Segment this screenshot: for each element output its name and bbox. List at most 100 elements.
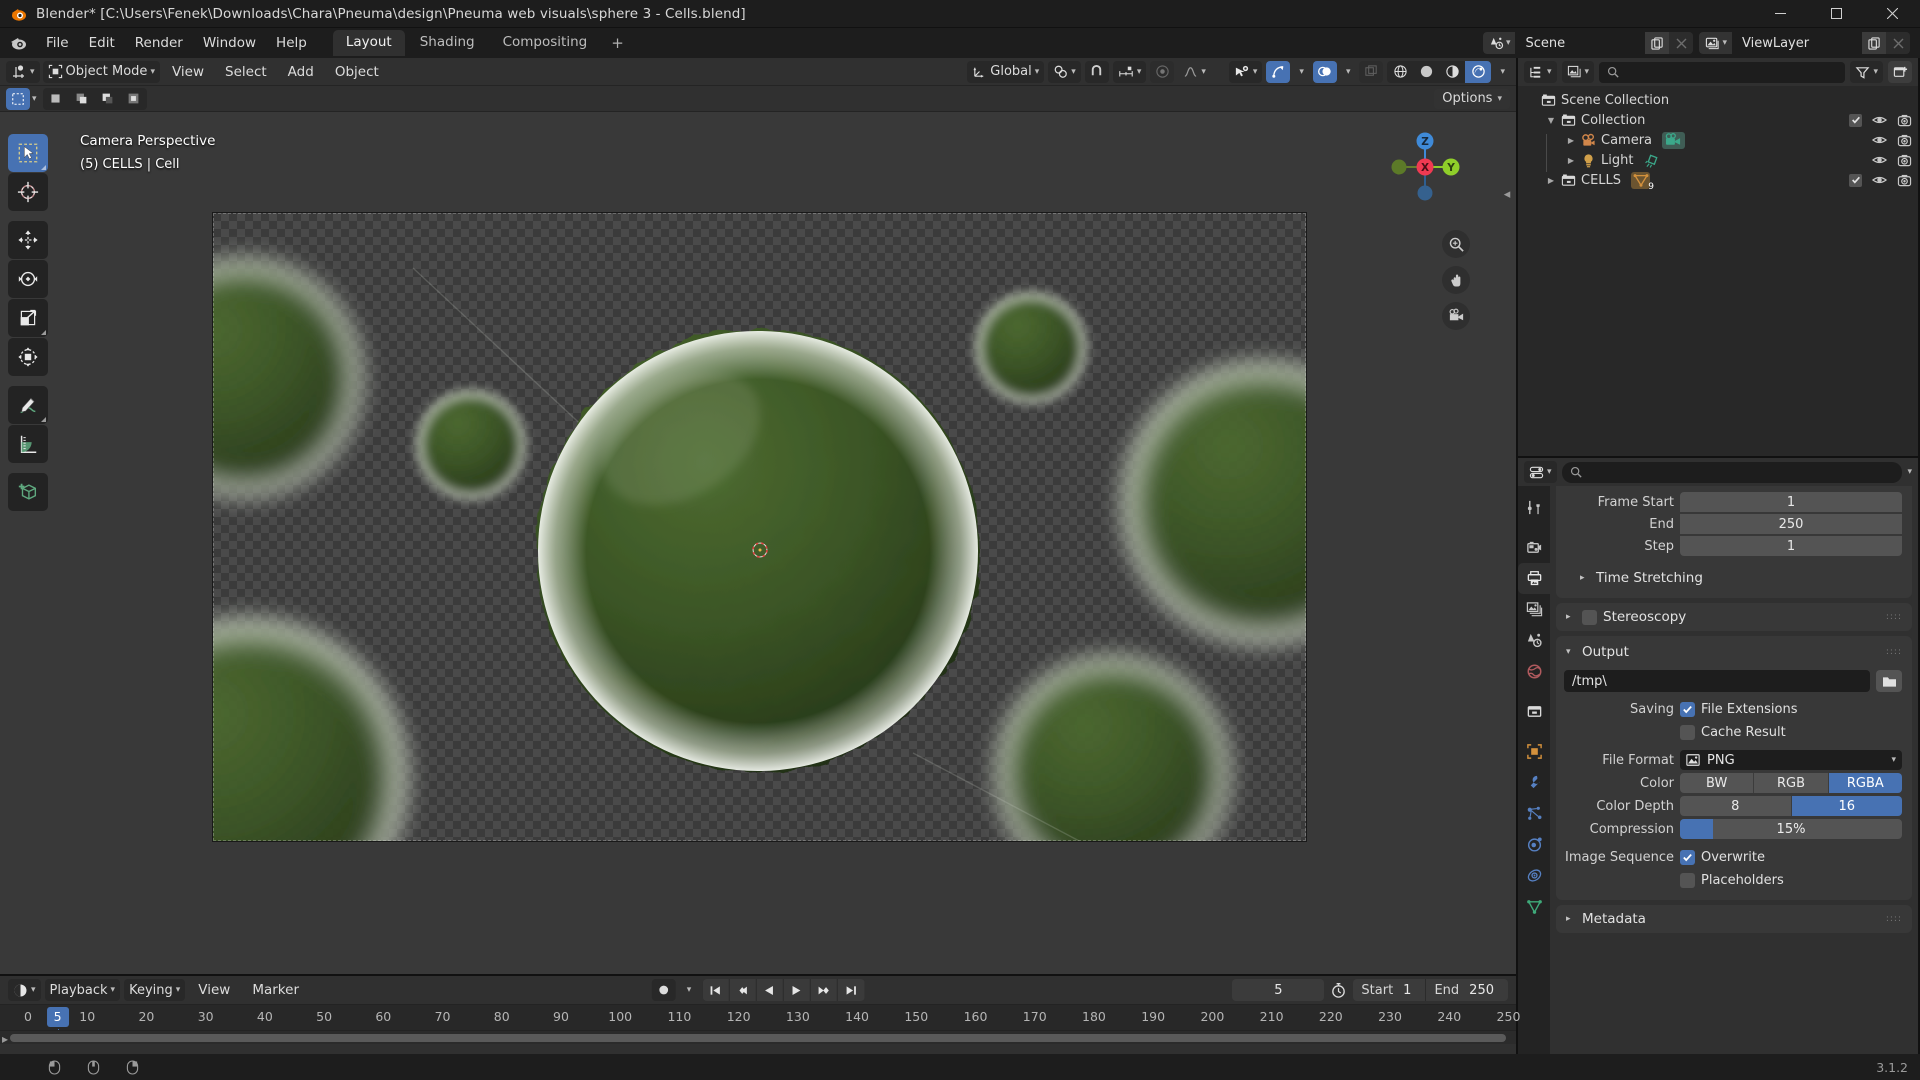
world-tab[interactable] [1518,656,1550,687]
physics-tab[interactable] [1518,829,1550,860]
add-workspace-button[interactable]: + [602,31,633,56]
stereoscopy-header[interactable]: ▸ Stereoscopy :::: [1556,605,1912,629]
outliner-filter-button[interactable]: ▾ [1850,61,1883,83]
exclude-checkbox[interactable] [1849,113,1862,127]
compression-slider[interactable]: 15% [1680,819,1902,839]
viewlayer-name[interactable]: ViewLayer [1732,32,1862,54]
play-reverse-button[interactable] [756,979,784,1001]
show-overlays-toggle[interactable] [1312,60,1337,83]
viewport-menu-add[interactable]: Add [279,62,323,82]
scene-selector[interactable]: ▾ Scene [1482,32,1694,54]
tool-tab[interactable] [1518,492,1550,523]
new-viewlayer-button[interactable] [1862,32,1886,54]
end-value[interactable]: 250 [1467,983,1508,998]
hide-in-viewport-icon[interactable] [1872,154,1887,166]
menu-render[interactable]: Render [125,31,193,55]
proportional-falloff-selector[interactable]: ▾ [1178,61,1211,83]
mesh-icon[interactable]: 9 [1631,171,1654,192]
cache-result-checkbox[interactable] [1680,724,1695,740]
blender-menu-icon[interactable] [8,32,30,54]
shading-wireframe[interactable] [1387,61,1413,83]
menu-help[interactable]: Help [266,31,317,55]
remove-viewlayer-button[interactable] [1886,32,1910,54]
viewport-menu-object[interactable]: Object [326,62,388,82]
timeline-menu-keying[interactable]: Keying ▾ [124,979,186,1001]
scene-icon[interactable]: ▾ [1482,32,1516,54]
jump-to-start-button[interactable] [702,979,730,1001]
tab-layout[interactable]: Layout [332,30,405,56]
panel-drag-grip[interactable]: :::: [1886,612,1902,621]
select-extend-mode[interactable] [69,88,95,110]
hide-in-viewport-icon[interactable] [1872,174,1887,186]
metadata-header[interactable]: ▸ Metadata :::: [1556,907,1912,931]
overwrite-checkbox[interactable] [1680,849,1695,865]
disclosure-closed-icon[interactable]: ▶ [1564,136,1578,145]
viewport-canvas[interactable]: Camera Perspective (5) CELLS | Cell Z Y … [0,112,1516,974]
outliner-editor-type-button[interactable]: ▾ [1524,61,1557,83]
proportional-editing-toggle[interactable] [1150,60,1175,83]
scale-tool[interactable] [8,299,48,337]
remove-scene-button[interactable] [1669,32,1694,54]
disable-in-renders-icon[interactable] [1897,134,1912,147]
timeline-menu-marker[interactable]: Marker [243,980,308,1000]
gizmo-settings[interactable]: ▾ [1294,61,1309,83]
hide-in-viewport-icon[interactable] [1872,134,1887,146]
outliner-row-cells[interactable]: ▶ CELLS 9 [1518,170,1918,192]
auto-keying-settings[interactable]: ▾ [682,979,697,1001]
overlays-settings[interactable]: ▾ [1341,61,1356,83]
sidebar-toggle-arrow[interactable]: ◂ [1500,180,1514,208]
frame-step-field[interactable]: 1 [1680,536,1902,556]
viewport-menu-view[interactable]: View [163,62,213,82]
data-tab[interactable] [1518,891,1550,922]
transform-tool[interactable] [8,338,48,376]
tweak-select-tool[interactable] [8,134,48,172]
jump-to-previous-keyframe-button[interactable] [729,979,757,1001]
camera-view-button[interactable] [1442,302,1470,330]
file-format-dropdown[interactable]: PNG ▾ [1680,750,1902,770]
auto-keying-toggle[interactable] [651,979,676,1001]
properties-search-input[interactable] [1561,461,1903,483]
snap-settings[interactable]: ▾ [1112,60,1147,83]
rotate-tool[interactable] [8,260,48,298]
scene-tab[interactable] [1518,625,1550,656]
cursor-tool[interactable] [8,173,48,211]
properties-editor-type-button[interactable]: ▾ [1524,461,1557,483]
select-subtract-mode[interactable] [95,88,121,110]
object-tab[interactable] [1518,736,1550,767]
particles-tab[interactable] [1518,798,1550,829]
select-set-mode[interactable] [43,88,69,110]
zoom-view-button[interactable] [1442,230,1470,258]
time-stretching-subpanel-header[interactable]: ▸ Time Stretching [1556,566,1912,590]
transform-orientation-selector[interactable]: Global ▾ [967,60,1045,83]
outliner-display-mode-button[interactable]: ▾ [1561,61,1595,83]
move-tool[interactable] [8,221,48,259]
show-gizmo-toggle[interactable] [1266,60,1291,83]
tab-shading[interactable]: Shading [407,30,488,56]
color-option-bw[interactable]: BW [1680,773,1755,793]
outliner-row-camera[interactable]: ▶ Camera [1518,130,1918,150]
shading-material-preview[interactable] [1439,61,1465,83]
visibility-selector[interactable]: ▾ [1228,60,1263,83]
camera-object-icon[interactable] [1662,131,1686,149]
pan-view-button[interactable] [1442,266,1470,294]
play-button[interactable] [783,979,811,1001]
tab-compositing[interactable]: Compositing [490,30,601,56]
use-preview-range-icon[interactable] [1330,982,1347,999]
timeline-expand-icon[interactable]: ▸ [2,1032,8,1046]
timeline-menu-playback[interactable]: Playback ▾ [44,979,121,1001]
timeline-ruler[interactable]: 0 10 20 30 40 50 60 70 80 90 100 110 120 130 140 150 160… [0,1004,1520,1030]
output-tab[interactable] [1518,563,1550,594]
disable-in-renders-icon[interactable] [1897,114,1912,127]
select-box-mode-icon[interactable] [6,87,30,110]
menu-window[interactable]: Window [193,31,266,55]
minimize-button[interactable] [1752,0,1808,28]
shading-settings[interactable]: ▾ [1495,61,1510,83]
modifier-tab[interactable] [1518,767,1550,798]
current-frame-field[interactable]: 5 [1232,979,1325,1001]
select-invert-mode[interactable] [121,88,147,110]
timeline-editor-type-button[interactable]: ▾ [8,979,41,1001]
disable-in-renders-icon[interactable] [1897,174,1912,187]
stereoscopy-checkbox[interactable] [1582,609,1597,625]
frame-end-field[interactable]: 250 [1680,514,1902,534]
menu-file[interactable]: File [36,31,79,55]
